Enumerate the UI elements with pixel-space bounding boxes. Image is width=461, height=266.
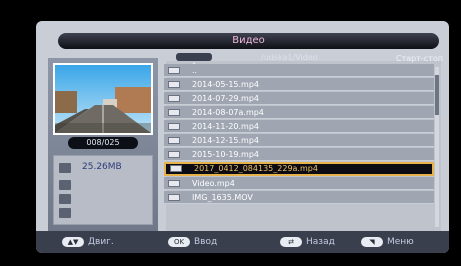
list-item[interactable]: 2014-05-15.mp4 [164, 78, 434, 91]
scroll-up-button[interactable] [176, 53, 212, 66]
hint-move-label: Двиг. [88, 237, 114, 247]
file-counter: 008/025 [68, 137, 138, 149]
menu-key-icon: ◥ [361, 236, 383, 247]
current-path: /udska1/Video [261, 53, 318, 62]
video-file-icon [168, 109, 180, 116]
file-list-panel: /udska1/Video Старт-стоп .. 2014-05-15.m… [164, 53, 443, 253]
arrow-keys-icon: ▲▼ [62, 236, 84, 247]
list-item-label: 2015-10-19.mp4 [192, 150, 259, 159]
video-file-icon [168, 137, 180, 144]
hint-back-label: Назад [306, 237, 335, 247]
list-item[interactable]: .. [164, 64, 434, 77]
hint-enter-label: Ввод [194, 237, 218, 247]
media-browser-screen: Видео 008/025 25.26MB /udska1/Video Стар… [36, 21, 449, 253]
file-info-box: 25.26MB [53, 155, 153, 225]
ok-key: OK [168, 236, 190, 247]
list-item-label: 2014-12-15.mp4 [192, 136, 259, 145]
list-item-selected[interactable]: 2017_0412_084135_229a.mp4 [164, 162, 434, 176]
hint-enter: OK Ввод [168, 236, 217, 248]
list-item-label: IMG_1635.MOV [192, 193, 253, 202]
list-scrollbar[interactable] [435, 67, 439, 227]
video-file-icon [168, 194, 180, 201]
list-item[interactable]: IMG_1635.MOV [164, 191, 434, 204]
file-size: 25.26MB [82, 162, 122, 172]
video-file-icon [168, 95, 180, 102]
storage-icon [59, 163, 71, 173]
hint-back: ⇄ Назад [280, 236, 335, 248]
list-item[interactable]: 2014-12-15.mp4 [164, 134, 434, 147]
window-title: Видео [58, 33, 439, 49]
list-item-label: Video.mp4 [192, 179, 235, 188]
list-item[interactable]: 2015-10-19.mp4 [164, 148, 434, 161]
list-item-label: 2014-08-07a.mp4 [192, 108, 264, 117]
list-item-label: 2017_0412_084135_229a.mp4 [194, 164, 318, 173]
video-file-icon [168, 151, 180, 158]
list-item[interactable]: Video.mp4 [164, 177, 434, 190]
list-item-label: 2014-11-20.mp4 [192, 122, 259, 131]
folder-up-icon [168, 67, 180, 74]
start-stop-label: Старт-стоп [396, 54, 443, 63]
key-hint-bar: ▲▼ Двиг. OK Ввод ⇄ Назад ◥ Меню [36, 231, 449, 253]
scrollbar-thumb[interactable] [435, 75, 439, 115]
preview-panel: 008/025 25.26MB [48, 58, 158, 238]
list-item-label: 2014-05-15.mp4 [192, 80, 259, 89]
list-item-label: 2014-07-29.mp4 [192, 94, 259, 103]
camera-icon [59, 208, 71, 218]
user-icon [59, 180, 71, 190]
calendar-icon [59, 194, 71, 204]
video-file-icon [170, 165, 182, 172]
hint-menu: ◥ Меню [361, 236, 414, 248]
hint-move: ▲▼ Двиг. [62, 236, 114, 248]
video-file-icon [168, 81, 180, 88]
video-file-icon [168, 123, 180, 130]
list-item[interactable]: 2014-11-20.mp4 [164, 120, 434, 133]
hint-menu-label: Меню [387, 237, 414, 247]
video-file-icon [168, 180, 180, 187]
video-thumbnail-image [55, 65, 151, 133]
back-arrows-icon: ⇄ [280, 236, 302, 247]
list-item[interactable]: 2014-08-07a.mp4 [164, 106, 434, 119]
list-item[interactable]: 2014-07-29.mp4 [164, 92, 434, 105]
list-item-label: .. [192, 66, 198, 75]
video-thumbnail [53, 63, 153, 135]
